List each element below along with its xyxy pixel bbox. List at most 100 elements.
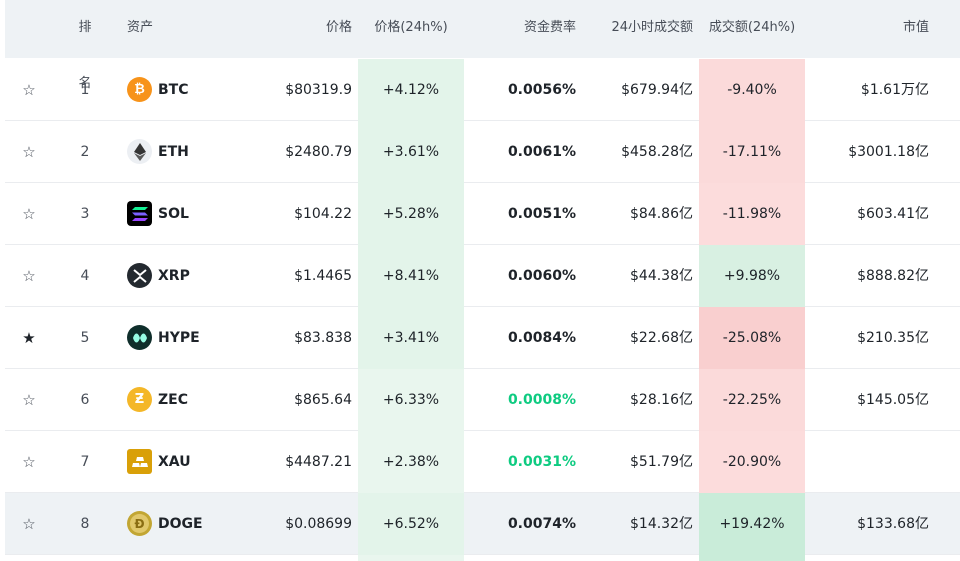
dogecoin-icon: Ð	[127, 511, 152, 536]
funding-rate: 0.0061%	[507, 144, 576, 160]
header-volume[interactable]: 24小时成交额	[585, 0, 693, 58]
market-cap: $210.35亿	[857, 330, 929, 346]
volume-change: -20.90%	[699, 431, 805, 493]
header-change[interactable]: 价格(24h%)	[358, 0, 464, 58]
asset-symbol: ZEC	[158, 392, 188, 408]
header-price[interactable]: 价格	[230, 0, 352, 58]
price: $865.64	[294, 392, 352, 408]
market-table: 排名 资产 价格 价格(24h%) 资金费率 24小时成交额 成交额(24h%)…	[0, 0, 960, 561]
table-row[interactable]: ☆ 4 XRP $1.4465 +8.41% 0.0060% $44.38亿 +…	[5, 245, 960, 307]
price-change: +8.41%	[358, 245, 464, 307]
asset-symbol: HYPE	[158, 330, 200, 346]
solana-icon	[127, 201, 152, 226]
volume-change: -25.08%	[699, 307, 805, 369]
rank: 1	[80, 82, 90, 98]
volume: $458.28亿	[621, 144, 693, 160]
market-cap: $145.05亿	[857, 392, 929, 408]
table-header: 排名 资产 价格 价格(24h%) 资金费率 24小时成交额 成交额(24h%)…	[5, 0, 960, 91]
price-change: +3.61%	[358, 121, 464, 183]
table-row[interactable]: ☆ 6 Ƶ ZEC $865.64 +6.33% 0.0008% $28.16亿…	[5, 369, 960, 431]
table-row[interactable]: ☆ 1 ₿ BTC $80319.9 +4.12% 0.0056% $679.9…	[5, 59, 960, 121]
volume-change: -9.40%	[699, 59, 805, 121]
funding-rate: 0.0051%	[507, 206, 576, 222]
rank: 3	[80, 206, 90, 222]
price: $2480.79	[285, 144, 352, 160]
favorite-star-icon[interactable]: ☆	[20, 431, 38, 493]
asset-symbol: DOGE	[158, 516, 203, 532]
header-funding[interactable]: 资金费率	[465, 0, 576, 58]
ethereum-icon	[127, 139, 152, 164]
rank: 8	[80, 516, 90, 532]
header-rank[interactable]: 排名	[73, 0, 97, 91]
volume-change: -11.98%	[699, 183, 805, 245]
rank: 2	[80, 144, 90, 160]
table-row[interactable]: ☆ 8 Ð DOGE $0.08699 +6.52% 0.0074% $14.3…	[5, 493, 960, 555]
header-market-cap[interactable]: 市值	[805, 0, 929, 58]
rank: 4	[80, 268, 90, 284]
market-cap: $603.41亿	[857, 206, 929, 222]
market-cap: $3001.18亿	[848, 144, 929, 160]
funding-rate: 0.0031%	[507, 454, 576, 470]
favorite-star-icon[interactable]: ☆	[20, 59, 38, 121]
hyperliquid-icon	[127, 325, 152, 350]
price: $104.22	[294, 206, 352, 222]
market-cap: $888.82亿	[857, 268, 929, 284]
favorite-star-icon[interactable]: ☆	[20, 183, 38, 245]
header-asset[interactable]: 资产	[127, 0, 153, 58]
zcash-icon: Ƶ	[127, 387, 152, 412]
volume: $679.94亿	[621, 82, 693, 98]
volume: $51.79亿	[630, 454, 693, 470]
volume: $22.68亿	[630, 330, 693, 346]
next-row-partial	[5, 555, 960, 561]
favorite-star-icon[interactable]: ☆	[20, 493, 38, 555]
price-change: +2.38%	[358, 431, 464, 493]
bitcoin-icon: ₿	[127, 77, 152, 102]
market-cap: $1.61万亿	[860, 82, 929, 98]
market-cap: $133.68亿	[857, 516, 929, 532]
price-change: +6.33%	[358, 369, 464, 431]
volume: $84.86亿	[630, 206, 693, 222]
favorite-star-icon[interactable]: ☆	[20, 369, 38, 431]
volume-change: +9.98%	[699, 245, 805, 307]
rank: 6	[80, 392, 90, 408]
favorite-star-icon[interactable]: ☆	[20, 245, 38, 307]
volume: $28.16亿	[630, 392, 693, 408]
asset-symbol: ETH	[158, 144, 189, 160]
funding-rate: 0.0084%	[507, 330, 576, 346]
rank: 7	[80, 454, 90, 470]
volume: $44.38亿	[630, 268, 693, 284]
price: $80319.9	[285, 82, 352, 98]
partial-change-cell	[358, 555, 464, 561]
rank: 5	[80, 330, 90, 346]
volume-change: -17.11%	[699, 121, 805, 183]
table-row[interactable]: ☆ 2 ETH $2480.79 +3.61% 0.0061% $458.28亿…	[5, 121, 960, 183]
price-change: +3.41%	[358, 307, 464, 369]
favorite-star-icon[interactable]: ☆	[20, 121, 38, 183]
asset-symbol: XAU	[158, 454, 191, 470]
price-change: +6.52%	[358, 493, 464, 555]
partial-volume-change-cell	[699, 555, 805, 561]
funding-rate: 0.0056%	[507, 82, 576, 98]
asset-symbol: XRP	[158, 268, 190, 284]
asset-symbol: SOL	[158, 206, 189, 222]
price: $0.08699	[285, 516, 352, 532]
price-change: +5.28%	[358, 183, 464, 245]
asset-symbol: BTC	[158, 82, 189, 98]
market-cap	[805, 431, 929, 493]
price: $1.4465	[294, 268, 352, 284]
volume-change: -22.25%	[699, 369, 805, 431]
funding-rate: 0.0060%	[507, 268, 576, 284]
price-change: +4.12%	[358, 59, 464, 121]
funding-rate: 0.0008%	[507, 392, 576, 408]
funding-rate: 0.0074%	[507, 516, 576, 532]
table-row[interactable]: ★ 5 HYPE $83.838 +3.41% 0.0084% $22.68亿 …	[5, 307, 960, 369]
table-row[interactable]: ☆ 7 XAU $4487.21 +2.38% 0.0031% $51.79亿 …	[5, 431, 960, 493]
volume: $14.32亿	[630, 516, 693, 532]
price: $83.838	[294, 330, 352, 346]
favorite-star-filled-icon[interactable]: ★	[20, 307, 38, 369]
header-volume-change[interactable]: 成交额(24h%)	[699, 0, 805, 58]
volume-change: +19.42%	[699, 493, 805, 555]
table-row[interactable]: ☆ 3 SOL $104.22 +5.28% 0.0051% $84.86亿 -…	[5, 183, 960, 245]
xrp-icon	[127, 263, 152, 288]
gold-bars-icon	[127, 449, 152, 474]
